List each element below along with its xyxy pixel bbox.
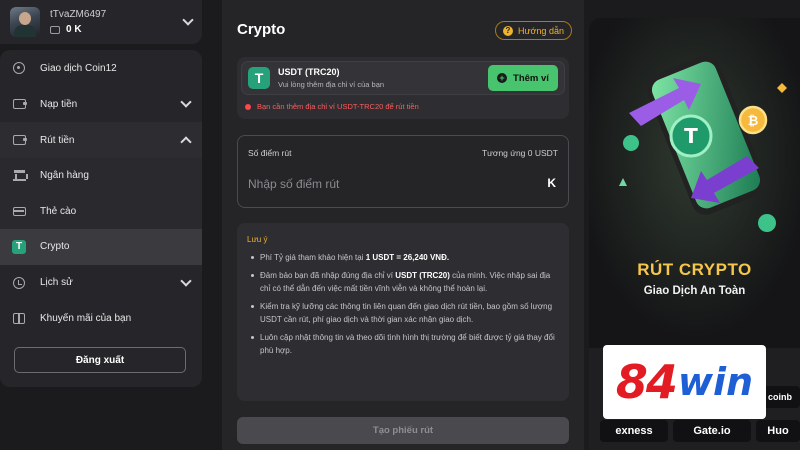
balance: 0 K xyxy=(50,24,184,35)
crypto-withdraw-panel: Crypto ? Hướng dẫn T USDT (TRC20) Vui lò… xyxy=(222,0,584,450)
deposit-icon xyxy=(12,97,27,111)
history-icon xyxy=(12,276,26,290)
note-item: Phí Tỷ giá tham khảo hiện tại 1 USDT = 2… xyxy=(247,251,555,265)
notes-list: Phí Tỷ giá tham khảo hiện tại 1 USDT = 2… xyxy=(247,251,555,358)
bank-icon xyxy=(12,169,28,183)
partner-logo-coinbase: coinb xyxy=(760,386,800,408)
question-icon: ? xyxy=(503,25,513,36)
note-item: Luôn cập nhật thông tin và theo dõi tình… xyxy=(247,331,555,358)
brand-logo: 84 win xyxy=(603,345,766,419)
withdraw-submenu: Ngân hàng Thẻ cào T Crypto xyxy=(0,158,202,265)
svg-text:₿: ₿ xyxy=(748,114,759,129)
amount-field-box: Số điểm rút Tương ứng 0 USDT K xyxy=(237,135,569,208)
add-wallet-button[interactable]: + Thêm ví xyxy=(488,65,558,91)
sidebar-item-coin12[interactable]: Giao dịch Coin12 xyxy=(0,50,202,86)
chevron-down-icon[interactable] xyxy=(182,14,194,26)
tether-icon: T xyxy=(12,239,26,254)
username: tTvaZM6497 xyxy=(50,9,107,20)
avatar xyxy=(10,7,40,37)
sidebar-item-label: Rút tiền xyxy=(40,134,75,146)
sidebar-item-deposit[interactable]: Nạp tiền xyxy=(0,86,202,122)
sidebar-item-history[interactable]: Lịch sử xyxy=(0,265,202,301)
notes-title: Lưu ý xyxy=(247,235,268,244)
partner-logo-gateio: Gate.io xyxy=(673,420,751,442)
sidebar-item-withdraw[interactable]: Rút tiền xyxy=(0,122,202,158)
logout-button[interactable]: Đăng xuất xyxy=(14,347,186,373)
user-info: tTvaZM6497 0 K xyxy=(50,9,184,35)
wallet-card: T USDT (TRC20) Vui lòng thêm địa chỉ ví … xyxy=(237,57,569,119)
amount-unit: K xyxy=(547,176,556,190)
withdraw-icon xyxy=(12,133,27,147)
sidebar-item-label: Ngân hàng xyxy=(40,170,89,182)
warning-dot-icon xyxy=(245,103,251,110)
gift-icon xyxy=(12,312,26,326)
page-title: Crypto xyxy=(237,21,286,38)
brand-number: 84 xyxy=(615,355,678,409)
sidebar-menu: Giao dịch Coin12 Nạp tiền Rút tiền Ngân … xyxy=(0,50,202,387)
chevron-up-icon xyxy=(180,136,192,148)
withdraw-page: tTvaZM6497 0 K Giao dịch Coin12 Nạp tiền… xyxy=(0,0,800,450)
brand-word: win xyxy=(677,360,754,404)
sidebar-item-card[interactable]: Thẻ cào xyxy=(0,194,202,230)
add-wallet-label: Thêm ví xyxy=(513,72,549,84)
note-item: Đảm bảo bạn đã nhập đúng địa chỉ ví USDT… xyxy=(247,269,555,296)
wallet-name: USDT (TRC20) xyxy=(278,67,340,77)
wallet-warning: Bạn cần thêm địa chỉ ví USDT-TRC20 để rú… xyxy=(245,102,419,111)
plus-icon: + xyxy=(497,73,508,83)
sidebar-item-crypto[interactable]: T Crypto xyxy=(0,229,202,265)
chevron-down-icon xyxy=(180,96,192,108)
coin-icon xyxy=(12,61,26,75)
partner-logo-exness: exness xyxy=(600,420,668,442)
sidebar-item-promotions[interactable]: Khuyến mãi của bạn xyxy=(0,301,202,337)
partner-logo-huobi: Huo xyxy=(756,420,800,442)
sidebar-item-bank[interactable]: Ngân hàng xyxy=(0,158,202,194)
sidebar-item-label: Crypto xyxy=(40,241,70,253)
notes-box: Lưu ý Phí Tỷ giá tham khảo hiện tại 1 US… xyxy=(237,223,569,401)
sidebar-item-label: Lịch sử xyxy=(40,277,73,288)
promo-illustration: T ₿ xyxy=(589,18,800,348)
sidebar-item-label: Nạp tiền xyxy=(40,98,78,110)
wallet-text: USDT (TRC20) Vui lòng thêm địa chỉ ví củ… xyxy=(278,67,488,89)
sidebar-item-label: Giao dịch Coin12 xyxy=(40,62,117,74)
wallet-hint: Vui lòng thêm địa chỉ ví của bạn xyxy=(278,80,385,89)
svg-text:T: T xyxy=(684,124,698,148)
chevron-down-icon xyxy=(180,274,192,287)
note-item: Kiểm tra kỹ lưỡng các thông tin liên qua… xyxy=(247,300,555,327)
sidebar-item-label: Thẻ cào xyxy=(40,205,77,217)
balance-value: 0 K xyxy=(66,24,82,35)
guide-button[interactable]: ? Hướng dẫn xyxy=(495,21,572,40)
amount-label: Số điểm rút xyxy=(248,148,292,158)
promo-subtitle: Giao Dịch An Toàn xyxy=(643,285,746,297)
amount-input[interactable] xyxy=(248,174,528,194)
promo-title: RÚT CRYPTO xyxy=(637,260,752,279)
wallet-row: T USDT (TRC20) Vui lòng thêm địa chỉ ví … xyxy=(241,61,565,95)
wallet-icon xyxy=(50,25,60,34)
sidebar-item-label: Khuyến mãi của bạn xyxy=(40,313,132,324)
create-withdraw-button[interactable]: Tạo phiếu rút xyxy=(237,417,569,444)
card-icon xyxy=(12,204,26,218)
user-card[interactable]: tTvaZM6497 0 K xyxy=(0,0,202,44)
guide-label: Hướng dẫn xyxy=(518,25,564,36)
wallet-warning-text: Bạn cần thêm địa chỉ ví USDT-TRC20 để rú… xyxy=(257,102,419,111)
amount-equivalent: Tương ứng 0 USDT xyxy=(481,148,558,158)
tether-icon: T xyxy=(248,67,270,89)
